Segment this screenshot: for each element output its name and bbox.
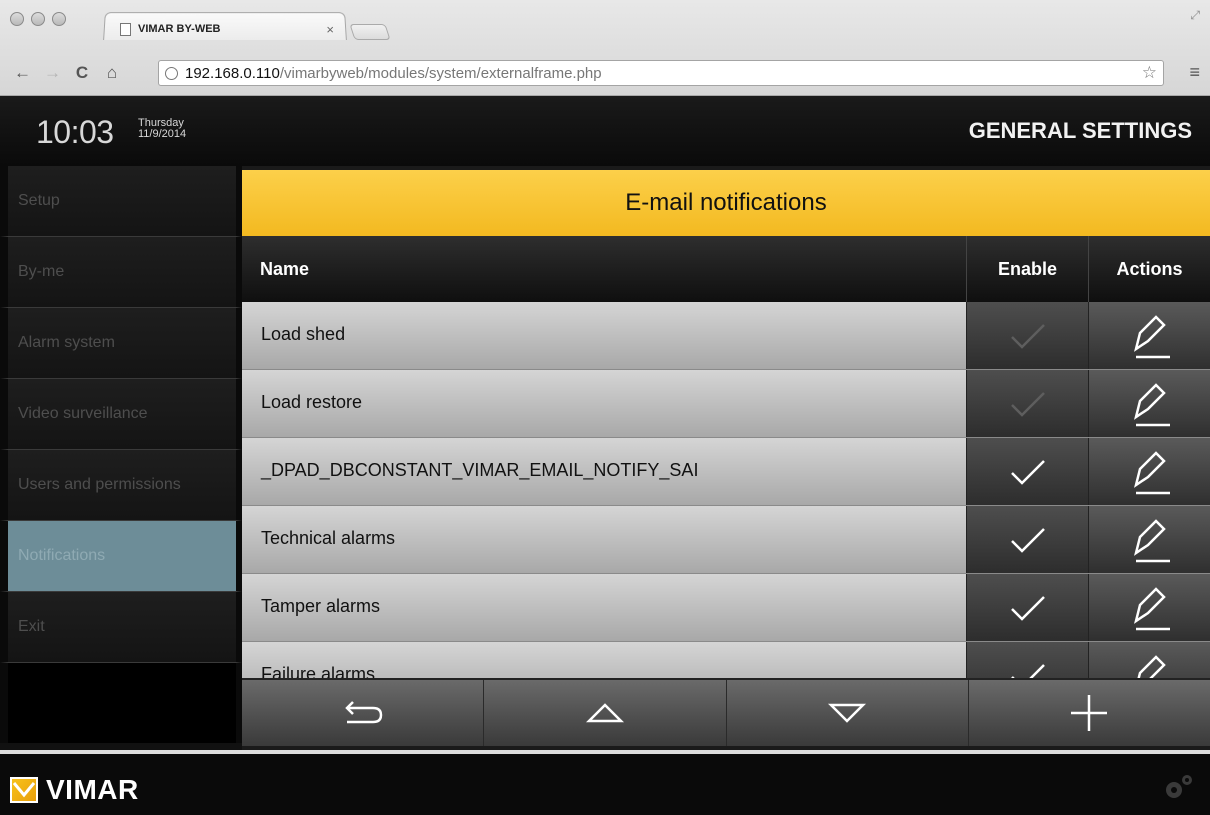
fullscreen-icon[interactable]: ⤢: [1190, 8, 1200, 23]
scroll-up-button[interactable]: [483, 680, 725, 746]
edit-button[interactable]: [1088, 574, 1210, 641]
browser-toolbar: ← → C ⌂ 192.168.0.110 /vimarbyweb/module…: [0, 58, 1210, 88]
notification-name: Load restore: [242, 370, 966, 437]
check-icon: [1010, 527, 1045, 553]
sidebar-item-by-me[interactable]: By-me: [0, 237, 242, 308]
forward-icon[interactable]: →: [44, 63, 61, 83]
notification-name: Failure alarms: [242, 642, 966, 678]
notification-name: Tamper alarms: [242, 574, 966, 641]
app-header: 10:03 Thursday 11/9/2014 GENERAL SETTING…: [0, 96, 1210, 166]
sidebar-item-video-surveillance[interactable]: Video surveillance: [0, 379, 242, 450]
clock-date-value: 11/9/2014: [138, 128, 187, 140]
edit-button[interactable]: [1088, 506, 1210, 573]
sidebar-item-exit[interactable]: Exit: [0, 592, 242, 663]
check-icon: [1010, 323, 1045, 349]
enable-toggle[interactable]: [966, 302, 1088, 369]
check-icon: [1010, 459, 1045, 485]
clock-date: Thursday 11/9/2014: [138, 118, 186, 140]
sidebar-item-users-and-permissions[interactable]: Users and permissions: [0, 450, 242, 521]
section-banner: E-mail notifications: [242, 170, 1210, 236]
tab-title: VIMAR BY-WEB: [138, 23, 221, 35]
footer-bar: VIMAR: [0, 750, 1210, 815]
enable-toggle[interactable]: [966, 506, 1088, 573]
table-row[interactable]: Technical alarms: [242, 506, 1210, 574]
main-panel: E-mail notifications Name Enable Actions…: [242, 166, 1210, 750]
browser-tab-content[interactable]: VIMAR BY-WEB ×: [120, 18, 340, 40]
enable-toggle[interactable]: [966, 642, 1088, 678]
sidebar: Setup By-me Alarm system Video surveilla…: [0, 166, 242, 750]
back-button[interactable]: [242, 680, 483, 746]
tab-close-button[interactable]: ×: [326, 22, 334, 37]
new-tab-button[interactable]: [349, 24, 391, 40]
pencil-icon: [1133, 518, 1170, 562]
url-path: /vimarbyweb/modules/system/externalframe…: [279, 64, 602, 82]
sidebar-item-notifications[interactable]: Notifications: [0, 521, 242, 592]
page-icon: [120, 22, 131, 36]
notification-name: Load shed: [242, 302, 966, 369]
address-bar[interactable]: 192.168.0.110 /vimarbyweb/modules/system…: [158, 60, 1164, 86]
enable-toggle[interactable]: [966, 370, 1088, 437]
check-icon: [1010, 595, 1045, 621]
edit-button[interactable]: [1088, 302, 1210, 369]
sidebar-item-setup[interactable]: Setup: [0, 166, 242, 237]
scroll-down-button[interactable]: [725, 680, 968, 746]
triangle-down-icon: [828, 703, 867, 723]
page-title: GENERAL SETTINGS: [968, 118, 1192, 143]
browser-menu-icon[interactable]: ≡: [1189, 62, 1200, 83]
table-header: Name Enable Actions: [242, 236, 1210, 302]
column-header-enable: Enable: [966, 236, 1088, 302]
edit-button[interactable]: [1088, 438, 1210, 505]
edit-button[interactable]: [1088, 642, 1210, 678]
minimize-window-button[interactable]: [31, 12, 45, 26]
pencil-icon: [1136, 654, 1166, 678]
table-row[interactable]: Tamper alarms: [242, 574, 1210, 642]
home-icon[interactable]: ⌂: [104, 63, 120, 83]
close-window-button[interactable]: [10, 12, 24, 26]
browser-chrome: VIMAR BY-WEB × ⤢ ← → C ⌂ 192.168.0.110 /…: [0, 0, 1210, 96]
globe-icon: [165, 66, 178, 80]
back-icon[interactable]: ←: [14, 63, 31, 83]
table-row[interactable]: Load restore: [242, 370, 1210, 438]
pencil-icon: [1133, 450, 1170, 494]
column-header-name: Name: [260, 258, 310, 279]
plus-icon: [1071, 695, 1108, 731]
pencil-icon: [1133, 314, 1170, 358]
table-row[interactable]: Failure alarms: [242, 642, 1210, 678]
zoom-window-button[interactable]: [52, 12, 66, 26]
notification-name: _DPAD_DBCONSTANT_VIMAR_EMAIL_NOTIFY_SAI: [242, 438, 966, 505]
sidebar-spacer: [0, 663, 242, 743]
settings-gear-icon[interactable]: [1160, 772, 1196, 807]
table-row[interactable]: _DPAD_DBCONSTANT_VIMAR_EMAIL_NOTIFY_SAI: [242, 438, 1210, 506]
check-icon: [1010, 391, 1045, 417]
column-header-actions: Actions: [1088, 236, 1210, 302]
url-host: 192.168.0.110: [185, 64, 280, 82]
bookmark-star-icon[interactable]: ☆: [1142, 63, 1157, 83]
add-button[interactable]: [967, 680, 1210, 746]
pencil-icon: [1133, 586, 1170, 630]
notification-name: Technical alarms: [242, 506, 966, 573]
notification-table[interactable]: Load shed Load restore _DPAD_DBCONSTANT_…: [242, 302, 1210, 678]
brand-name: VIMAR: [46, 774, 139, 805]
check-icon: [1010, 663, 1045, 678]
edit-button[interactable]: [1088, 370, 1210, 437]
triangle-up-icon: [585, 703, 624, 723]
enable-toggle[interactable]: [966, 438, 1088, 505]
return-arrow-icon: [344, 701, 382, 724]
vimar-logo-icon: [10, 777, 38, 803]
sidebar-item-alarm-system[interactable]: Alarm system: [0, 308, 242, 379]
enable-toggle[interactable]: [966, 574, 1088, 641]
vimar-logo: VIMAR: [10, 774, 139, 806]
clock-time: 10:03: [36, 114, 114, 150]
table-toolbar: [242, 678, 1210, 746]
table-row[interactable]: Load shed: [242, 302, 1210, 370]
pencil-icon: [1133, 382, 1170, 426]
reload-icon[interactable]: C: [74, 63, 90, 83]
